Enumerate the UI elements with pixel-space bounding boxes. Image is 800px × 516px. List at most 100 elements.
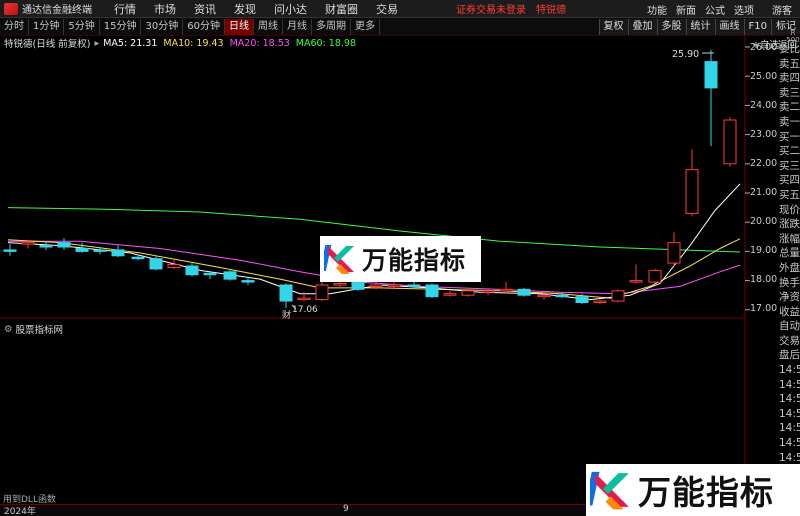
sidebar-item-bid1[interactable]: 买一 [779,130,800,145]
sidebar-item-ask1[interactable]: 卖一 [779,115,800,130]
sidebar-item-net-assets[interactable]: 净资 [779,290,800,305]
sidebar-item-auto[interactable]: 自动 [779,319,800,334]
candle-down[interactable] [203,272,217,276]
tab-more[interactable]: 更多 [351,18,380,35]
sidebar-item-bid2[interactable]: 买二 [779,144,800,159]
tab-1min[interactable]: 1分钟 [29,18,65,35]
candle-up[interactable] [667,242,681,264]
sidebar-item-turnover[interactable]: 换手 [779,276,800,291]
candle-down[interactable] [407,284,421,287]
candle-down[interactable] [279,284,293,302]
sidebar-item-bid4[interactable]: 买四 [779,173,800,188]
candle-up[interactable] [297,297,311,301]
candle-down[interactable] [575,296,589,304]
candle-down[interactable] [241,280,255,283]
candle-up[interactable] [611,290,625,302]
sidebar-item-ask5[interactable]: 卖五 [779,57,800,72]
sub-panel-name[interactable]: 股票指标网 [16,322,64,336]
tab-60min[interactable]: 60分钟 [183,18,225,35]
axis-tick: 22.00 [750,158,778,169]
candle-down[interactable] [425,284,439,298]
sidebar-item-ask4[interactable]: 卖四 [779,71,800,86]
candle-down[interactable] [351,281,365,290]
candle-up[interactable] [369,284,383,287]
menu-bar: 通达信金融终端 行情 市场 资讯 发现 问小达 财富圈 交易 证券交易未登录 特… [0,0,800,18]
menu-formula[interactable]: 公式 [705,2,725,17]
guest-label[interactable]: 游客 [772,2,792,17]
candle-up[interactable] [167,264,181,268]
sidebar-item-change[interactable]: 涨跌 [779,217,800,232]
candle-down[interactable] [111,249,125,257]
candle-down[interactable] [223,271,237,280]
candle-up[interactable] [481,290,495,293]
menu-wealth-circle[interactable]: 财富圈 [325,1,358,17]
sidebar-item-earnings[interactable]: 收益 [779,305,800,320]
draw-line-button[interactable]: 画线 [714,19,744,35]
tab-intraday[interactable]: 分时 [0,18,29,35]
sidebar-item-bid5[interactable]: 买五 [779,188,800,203]
tab-5min[interactable]: 5分钟 [64,18,100,35]
tab-multi-period[interactable]: 多周期 [312,18,351,35]
candle-down[interactable] [517,288,531,296]
sidebar-item-after-hours[interactable]: 盘后 [779,348,800,363]
menu-function[interactable]: 功能 [647,2,667,17]
candle-up[interactable] [685,169,699,214]
candle-down[interactable] [75,247,89,252]
sidebar-item-ask2[interactable]: 卖二 [779,100,800,115]
tab-30min[interactable]: 30分钟 [141,18,184,35]
candle-up[interactable] [443,293,457,296]
menu-market-quotes[interactable]: 行情 [114,1,136,17]
gear-icon[interactable]: ⚙ [4,324,13,335]
multi-stock-button[interactable]: 多股 [656,19,686,35]
candle-up[interactable] [499,288,513,292]
tab-daily[interactable]: 日线 [224,18,254,35]
candle-up[interactable] [387,284,401,287]
candle-up[interactable] [333,283,347,286]
candle-down[interactable] [704,61,718,89]
tick-time: 14:56 [779,364,800,377]
candle-down[interactable] [39,245,53,248]
candle-up[interactable] [461,290,475,296]
menu-ask-xiaoda[interactable]: 问小达 [274,1,307,17]
sidebar-item-price[interactable]: 现价 [779,203,800,218]
candle-down[interactable] [3,249,17,252]
sidebar-item-ask3[interactable]: 卖三 [779,86,800,101]
candle-up[interactable] [593,300,607,304]
candle-down[interactable] [93,249,107,252]
candle-up[interactable] [629,280,643,283]
tab-weekly[interactable]: 周线 [254,18,283,35]
sidebar-item-outer[interactable]: 外盘 [779,261,800,276]
restore-rights-button[interactable]: 复权 [598,19,628,35]
menu-trade[interactable]: 交易 [376,1,398,17]
tab-monthly[interactable]: 月线 [283,18,312,35]
candle-down[interactable] [149,258,163,270]
menu-news[interactable]: 资讯 [194,1,216,17]
app-title: 通达信金融终端 [22,5,92,16]
sidebar-item-bid3[interactable]: 买三 [779,159,800,174]
menu-market[interactable]: 市场 [154,1,176,17]
overlay-button[interactable]: 叠加 [627,19,657,35]
trade-login-status[interactable]: 证券交易未登录 [456,1,526,16]
sub-panel-title: ⚙ 股票指标网 [4,322,64,337]
statistics-button[interactable]: 统计 [685,19,715,35]
candle-up[interactable] [315,284,329,301]
sidebar-item-trade[interactable]: 交易 [779,334,800,349]
candle-up[interactable] [537,294,551,298]
candle-down[interactable] [57,242,71,248]
f10-button[interactable]: F10 [743,19,771,35]
candle-up[interactable] [21,242,35,245]
add-watchlist-button[interactable]: +自选 [752,37,779,51]
menu-discover[interactable]: 发现 [234,1,256,17]
menu-new-page[interactable]: 新面 [676,2,696,17]
tab-15min[interactable]: 15分钟 [100,18,142,35]
candle-down[interactable] [131,256,145,260]
sidebar-item-change-pct[interactable]: 涨幅 [779,232,800,247]
event-marker[interactable]: 财 [282,309,291,321]
candle-down[interactable] [555,294,569,298]
candle-up[interactable] [648,269,662,283]
sidebar-item-volume[interactable]: 总量 [779,246,800,261]
menu-options[interactable]: 选项 [734,2,754,17]
candle-up[interactable] [723,119,737,165]
sidebar-item-order-ratio[interactable]: 委比 [779,42,800,57]
candle-down[interactable] [185,265,199,276]
